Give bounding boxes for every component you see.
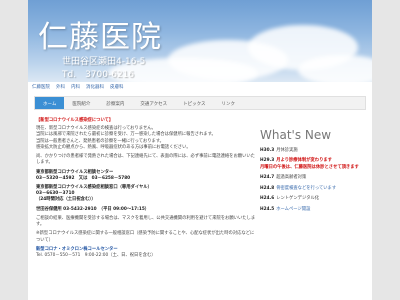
news-date: H30.3 bbox=[260, 148, 275, 153]
news-text: 月休診実施 bbox=[276, 148, 298, 153]
health-center-tel: 03-5432-2910 （平日 09:00～17:15） bbox=[63, 206, 150, 212]
site-title[interactable]: 仁藤医院 bbox=[38, 12, 162, 56]
sub-navigation: 仁藤医院 外科 内科 消化器科 皮膚科 bbox=[32, 84, 124, 90]
covid-notice-title: 【新型コロナウイルス感染症について】 bbox=[36, 118, 114, 123]
menu-item-about[interactable]: 医院紹介 bbox=[64, 97, 98, 109]
news-item: H29.3 月より診療体制が変わります 月曜日の午後は、仁藤医院は休診とさせて頂き… bbox=[260, 158, 364, 171]
subnav-link[interactable]: 内科 bbox=[71, 84, 80, 90]
main-content: 【新型コロナウイルス感染症について】 現在、新型コロナウイルス感染症の検査は行っ… bbox=[36, 118, 256, 259]
menu-item-topics[interactable]: トピックス bbox=[175, 97, 213, 109]
center-hours: （24時間対応（土日祝含む）） bbox=[36, 197, 96, 203]
news-item[interactable]: H24.8 骨密度検査などを行っています bbox=[260, 186, 364, 192]
menu-item-home[interactable]: ホーム bbox=[35, 97, 65, 109]
notice-paragraph: 尚、かかりつけの患者様で発熱された場合は、下記連絡先にて、表面の際には、必ず事前… bbox=[36, 154, 255, 166]
clinic-address: 世田谷区瀬田4-16-5 bbox=[62, 57, 146, 67]
news-item: H30.3 月休診実施 bbox=[260, 148, 364, 154]
news-text: 月より診療体制が変わります 月曜日の午後は、仁藤医院は休診とさせて頂きます bbox=[260, 158, 359, 170]
notice-paragraph: 現在、新型コロナウイルス感染症の検査は行っておりません。 当院には風邪で来院され… bbox=[36, 126, 216, 150]
news-date: H24.6 bbox=[260, 196, 275, 202]
center-tel: 03－5320－4592 又は 03－6258－5780 bbox=[36, 175, 131, 181]
notice-paragraph: ※新型コロナウイルス感染症に関する一般相談窓口（感染予防に関することや、心配な症… bbox=[36, 231, 255, 243]
menu-item-hours[interactable]: 診察案内 bbox=[98, 97, 132, 109]
header-banner: 仁藤医院 世田谷区瀬田4-16-5 Td. 3700-6216 bbox=[28, 0, 372, 82]
news-date: H29.3 bbox=[260, 158, 275, 164]
news-text[interactable]: 骨密度検査などを行っています bbox=[276, 186, 336, 191]
news-text[interactable]: ホームページ開設 bbox=[276, 207, 310, 212]
center-tel: Tel. 0570－550－571 9:00-22:00（土、日、祝日を含む） bbox=[36, 252, 156, 258]
menu-item-access[interactable]: 交通アクセス bbox=[132, 97, 175, 109]
news-date: H24.8 bbox=[260, 185, 275, 191]
cloud-decoration bbox=[298, 55, 372, 82]
clinic-tel: Td. 3700-6216 bbox=[62, 70, 135, 80]
main-menu: ホーム 医院紹介 診察案内 交通アクセス トピックス リンク bbox=[34, 96, 366, 110]
health-center-row: 世田谷保健所 03-5432-2910 （平日 09:00～17:15） bbox=[36, 207, 256, 213]
news-text: レントゲンデジタル化 bbox=[276, 196, 320, 202]
news-date: H24.5 bbox=[260, 206, 275, 212]
news-item: H24.6 レントゲンデジタル化 bbox=[260, 196, 364, 202]
subnav-link[interactable]: 外科 bbox=[56, 84, 65, 90]
news-text: 超過高齢者対策 bbox=[276, 175, 307, 181]
subnav-link[interactable]: 皮膚科 bbox=[110, 84, 124, 90]
news-item[interactable]: H24.5 ホームページ開設 bbox=[260, 207, 364, 213]
news-list: H30.3 月休診実施 H29.3 月より診療体制が変わります 月曜日の午後は、仁藤医… bbox=[260, 148, 364, 213]
subnav-link[interactable]: 消化器科 bbox=[86, 84, 104, 90]
health-center-label: 世田谷保健所 bbox=[36, 206, 62, 212]
news-item: H24.7 超過高齢者対策 bbox=[260, 175, 364, 181]
page-container: 仁藤医院 世田谷区瀬田4-16-5 Td. 3700-6216 仁藤医院 外科 … bbox=[28, 0, 372, 300]
menu-item-links[interactable]: リンク bbox=[214, 97, 244, 109]
subnav-link[interactable]: 仁藤医院 bbox=[32, 84, 50, 90]
sidebar: What's New H30.3 月休診実施 H29.3 月より診療体制が変わります … bbox=[260, 128, 364, 217]
notice-paragraph: ご相談の結果、医療機関を受診する場合は、マスクを着用し、公共交通機関の利用を避け… bbox=[36, 215, 256, 228]
news-date: H24.7 bbox=[260, 175, 275, 181]
whats-new-title: What's New bbox=[260, 128, 332, 142]
